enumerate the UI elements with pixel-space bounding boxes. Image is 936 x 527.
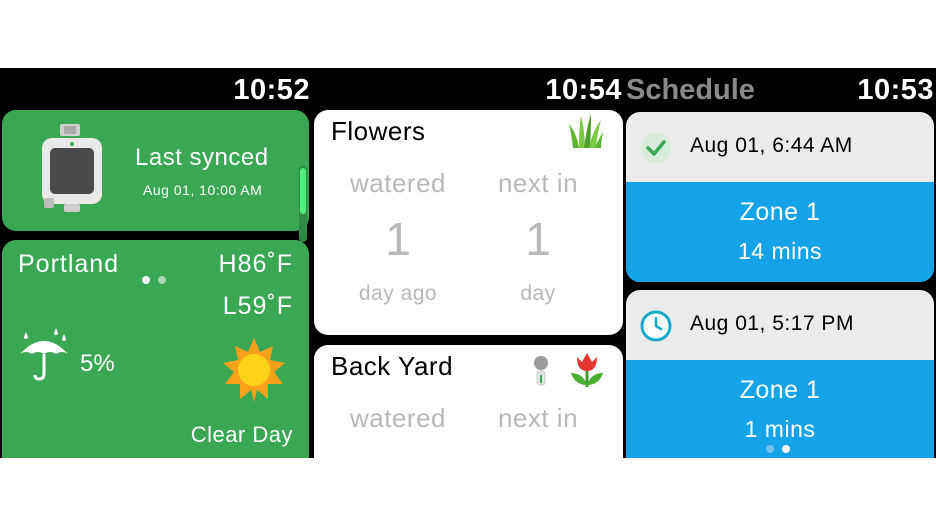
weather-card[interactable]: Portland H86˚F L59˚F 5% Clear Day: [2, 240, 309, 458]
weather-high: H86˚F: [218, 250, 293, 278]
schedule-item-header: Aug 01, 6:44 AM: [626, 112, 934, 182]
overview-screen: 10:52 Last synced Aug 01, 10:00 AM Portl…: [0, 68, 312, 458]
watered-unit: day ago: [358, 282, 438, 305]
schedule-duration: 1 mins: [744, 416, 816, 442]
watered-value: 1: [385, 213, 411, 265]
status-time: 10:54: [545, 74, 622, 106]
schedule-item[interactable]: Aug 01, 6:44 AM Zone 1 14 mins: [626, 112, 934, 282]
zone-name: Flowers: [331, 116, 426, 146]
sync-title: Last synced: [135, 144, 269, 171]
zone-card-back-yard[interactable]: Back Yard watered next in: [314, 345, 623, 458]
screen-title: Schedule: [626, 74, 755, 106]
status-bar: 10:54: [313, 68, 624, 110]
schedule-screen: Schedule 10:53 Aug 01, 6:44 AM Zone 1 14…: [624, 68, 936, 458]
zone-name: Back Yard: [331, 351, 454, 381]
schedule-item-body: Zone 1 1 mins: [626, 360, 934, 458]
next-in-label: next in: [497, 168, 579, 198]
grass-icon: [569, 114, 603, 148]
status-time: 10:52: [233, 74, 310, 106]
schedule-item-header: Aug 01, 5:17 PM: [626, 290, 934, 360]
watered-label: watered: [350, 403, 446, 433]
sun-icon: [223, 338, 285, 402]
page-indicator: [766, 445, 790, 453]
page-dot: [158, 276, 166, 284]
umbrella-icon: [20, 328, 68, 381]
schedule-date: Aug 01, 6:44 AM: [690, 134, 853, 157]
status-bar: 10:52: [0, 68, 312, 110]
page-dot-active: [142, 276, 150, 284]
schedule-zone: Zone 1: [739, 198, 821, 226]
sensor-icon: [534, 356, 548, 386]
weather-low: L59˚F: [222, 292, 293, 320]
status-time: 10:53: [857, 74, 934, 106]
check-icon: [641, 133, 671, 163]
next-in-value: 1: [525, 213, 551, 265]
tulip-icon: [571, 353, 603, 387]
next-in-unit: day: [520, 282, 556, 305]
weather-condition: Clear Day: [190, 422, 293, 447]
schedule-date: Aug 01, 5:17 PM: [690, 312, 854, 335]
sync-date: Aug 01, 10:00 AM: [143, 182, 263, 198]
page-indicator: [142, 276, 166, 284]
sync-card[interactable]: Last synced Aug 01, 10:00 AM: [2, 110, 309, 242]
clock-icon: [640, 310, 672, 342]
schedule-duration: 14 mins: [737, 238, 823, 264]
zone-card-flowers[interactable]: Flowers watered next in 1 1 day ago day: [314, 110, 623, 335]
page-dot-active: [782, 445, 790, 453]
page-dot: [766, 445, 774, 453]
schedule-item[interactable]: Aug 01, 5:17 PM Zone 1 1 mins: [626, 290, 934, 458]
next-in-label: next in: [497, 403, 579, 433]
scroll-indicator-thumb: [300, 168, 306, 214]
schedule-item-body: Zone 1 14 mins: [626, 182, 934, 282]
controller-device-icon: [42, 124, 102, 212]
status-bar: Schedule 10:53: [624, 68, 936, 110]
watered-label: watered: [350, 168, 446, 198]
schedule-zone: Zone 1: [739, 376, 821, 404]
weather-city: Portland: [18, 250, 120, 278]
zones-screen: 10:54 Flowers watered next in 1 1 day ag…: [313, 68, 624, 458]
precip-chance: 5%: [80, 350, 115, 377]
watch-screens-strip: 10:52 Last synced Aug 01, 10:00 AM Portl…: [0, 68, 936, 458]
